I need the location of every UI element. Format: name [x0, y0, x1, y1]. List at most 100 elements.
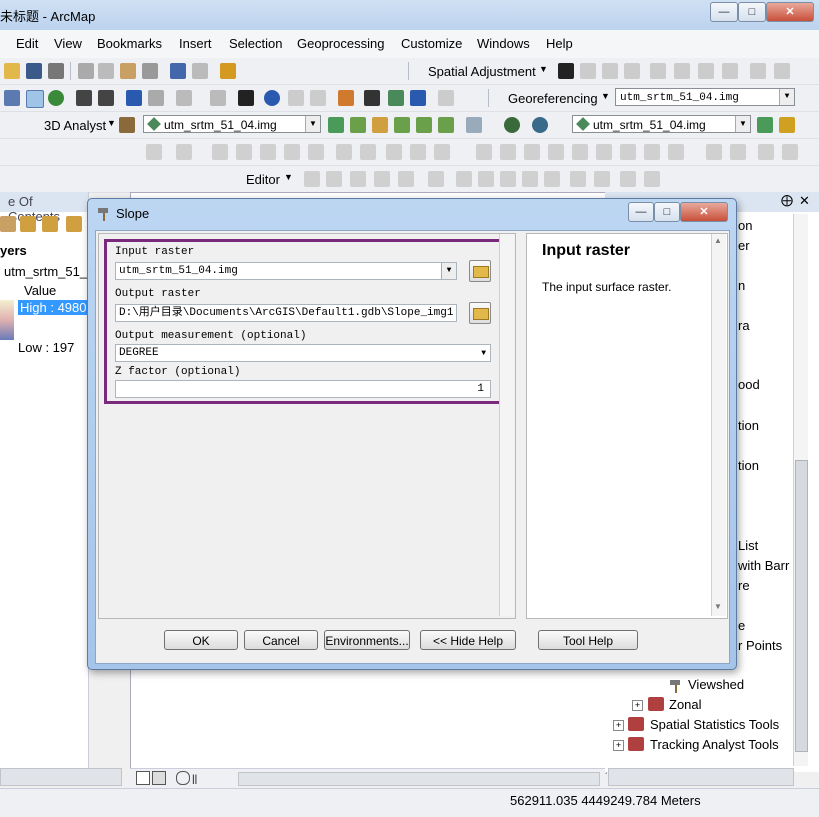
interpolate-point-icon[interactable]	[394, 117, 410, 133]
list-by-drawing-order-icon[interactable]	[0, 216, 16, 232]
menu-bookmarks[interactable]: Bookmarks	[97, 36, 162, 51]
find-route-icon[interactable]	[388, 90, 404, 106]
clear-selection-icon[interactable]	[210, 90, 226, 106]
interpolate-line-icon[interactable]	[416, 117, 432, 133]
expand-icon[interactable]: +	[613, 720, 624, 731]
legend-high-label[interactable]: High : 4980	[18, 300, 89, 315]
toolbox-item-viewshed[interactable]: Viewshed	[688, 677, 744, 692]
map-horizontal-scrollbar[interactable]	[238, 772, 600, 786]
save-icon[interactable]	[26, 63, 42, 79]
cancel-button[interactable]: Cancel	[244, 630, 318, 650]
list-by-visibility-icon[interactable]	[42, 216, 58, 232]
georeferencing-layer-select[interactable]: utm_srtm_51_04.img ▼	[615, 88, 795, 106]
limited-adjustment-icon[interactable]	[650, 63, 666, 79]
contour-icon[interactable]	[328, 117, 344, 133]
paste-icon[interactable]	[120, 63, 136, 79]
layers-group[interactable]: yers	[0, 243, 27, 258]
toolbox-item-tracking-analyst[interactable]: Tracking Analyst Tools	[650, 737, 779, 752]
link-table-icon[interactable]	[698, 63, 714, 79]
toolbox-item-fragment[interactable]: n	[738, 278, 745, 293]
copy-icon[interactable]	[98, 63, 114, 79]
menu-edit[interactable]: Edit	[16, 36, 38, 51]
toolbox-item-fragment[interactable]: e	[738, 618, 745, 633]
identify-icon[interactable]	[264, 90, 280, 106]
menu-insert[interactable]: Insert	[179, 36, 212, 51]
scroll-up-icon[interactable]: ▲	[714, 236, 722, 245]
georeferencing-menu[interactable]: Georeferencing	[508, 91, 598, 106]
layout-view-icon[interactable]	[152, 771, 166, 785]
3d-analyst-layer-select[interactable]: utm_srtm_51_04.img ▼	[143, 115, 321, 133]
measure-icon[interactable]	[338, 90, 354, 106]
data-view-icon[interactable]	[136, 771, 150, 785]
list-by-source-icon[interactable]	[20, 216, 36, 232]
arcglobe-icon[interactable]	[504, 117, 520, 133]
full-extent-icon[interactable]	[48, 90, 64, 106]
menu-help[interactable]: Help	[546, 36, 573, 51]
toolbox-item-fragment[interactable]: with Barr	[738, 558, 789, 573]
toolbox-item-fragment[interactable]: on	[738, 218, 752, 233]
toolbox-item-fragment[interactable]: r Points	[738, 638, 782, 653]
find-icon[interactable]	[364, 90, 380, 106]
browse-input-button[interactable]	[469, 260, 491, 282]
editor-menu[interactable]: Editor	[246, 172, 280, 187]
histogram-icon[interactable]	[779, 117, 795, 133]
profile-graph-icon[interactable]	[466, 117, 482, 133]
hyperlink-icon[interactable]	[288, 90, 304, 106]
cut-icon[interactable]	[78, 63, 94, 79]
attribute-transfer-icon[interactable]	[774, 63, 790, 79]
forward-icon[interactable]	[148, 90, 164, 106]
toolbox-item-fragment[interactable]: ra	[738, 318, 750, 333]
arcscene-icon[interactable]	[532, 117, 548, 133]
spatial-analyst-layer-select[interactable]: utm_srtm_51_04.img ▼	[572, 115, 751, 133]
redo-icon[interactable]	[192, 63, 208, 79]
toc-horizontal-scrollbar[interactable]	[0, 768, 122, 786]
toolbox-vertical-scrollbar[interactable]	[793, 214, 808, 766]
menu-view[interactable]: View	[54, 36, 82, 51]
steepest-path-icon[interactable]	[350, 117, 366, 133]
toolbox-horizontal-scrollbar[interactable]	[608, 768, 794, 786]
pan-icon[interactable]	[26, 90, 44, 108]
menu-customize[interactable]: Customize	[401, 36, 462, 51]
hide-help-button[interactable]: << Hide Help	[420, 630, 516, 650]
back-icon[interactable]	[126, 90, 142, 106]
environments-button[interactable]: Environments...	[324, 630, 410, 650]
toolbox-item-zonal[interactable]: Zonal	[669, 697, 702, 712]
toolbox-item-fragment[interactable]: re	[738, 578, 750, 593]
print-icon[interactable]	[48, 63, 64, 79]
maximize-button[interactable]: □	[738, 2, 766, 22]
fixed-zoom-in-icon[interactable]	[76, 90, 92, 106]
tool-help-button[interactable]: Tool Help	[538, 630, 638, 650]
refresh-icon[interactable]	[176, 771, 190, 785]
toolbox-item-fragment[interactable]: tion	[738, 418, 759, 433]
pause-icon[interactable]: ||	[192, 771, 204, 785]
dialog-minimize-button[interactable]: —	[628, 202, 654, 222]
add-data-icon[interactable]	[220, 63, 236, 79]
interpolate-polygon-icon[interactable]	[438, 117, 454, 133]
help-scrollbar[interactable]: ▲ ▼	[711, 234, 726, 616]
parameters-scrollbar[interactable]	[499, 234, 514, 616]
3d-analyst-menu[interactable]: 3D Analyst	[44, 118, 106, 133]
toolbox-item-fragment[interactable]: List	[738, 538, 758, 553]
dialog-close-button[interactable]: ✕	[680, 202, 728, 222]
expand-icon[interactable]: +	[632, 700, 643, 711]
view-link-table-icon[interactable]	[722, 63, 738, 79]
spatial-adjustment-menu[interactable]: Spatial Adjustment	[428, 64, 536, 79]
browse-output-button[interactable]	[469, 302, 491, 324]
scrollbar-thumb[interactable]	[795, 460, 808, 752]
time-slider-icon[interactable]	[438, 90, 454, 106]
pin-icon[interactable]: ⨁	[781, 193, 793, 207]
html-popup-icon[interactable]	[310, 90, 326, 106]
ok-button[interactable]: OK	[164, 630, 238, 650]
new-displacement-link-icon[interactable]	[580, 63, 596, 79]
hammer-icon[interactable]	[119, 117, 135, 133]
measurement-select[interactable]: DEGREE ▼	[115, 344, 491, 362]
zoom-in-icon[interactable]	[4, 90, 20, 106]
edge-match-icon[interactable]	[750, 63, 766, 79]
zfactor-input[interactable]: 1	[115, 380, 491, 398]
go-to-xy-icon[interactable]	[410, 90, 426, 106]
multi-displacement-icon[interactable]	[624, 63, 640, 79]
toolbox-item-fragment[interactable]: tion	[738, 458, 759, 473]
undo-icon[interactable]	[170, 63, 186, 79]
select-elements-icon[interactable]	[238, 90, 254, 106]
toolbox-item-fragment[interactable]: er	[738, 238, 750, 253]
